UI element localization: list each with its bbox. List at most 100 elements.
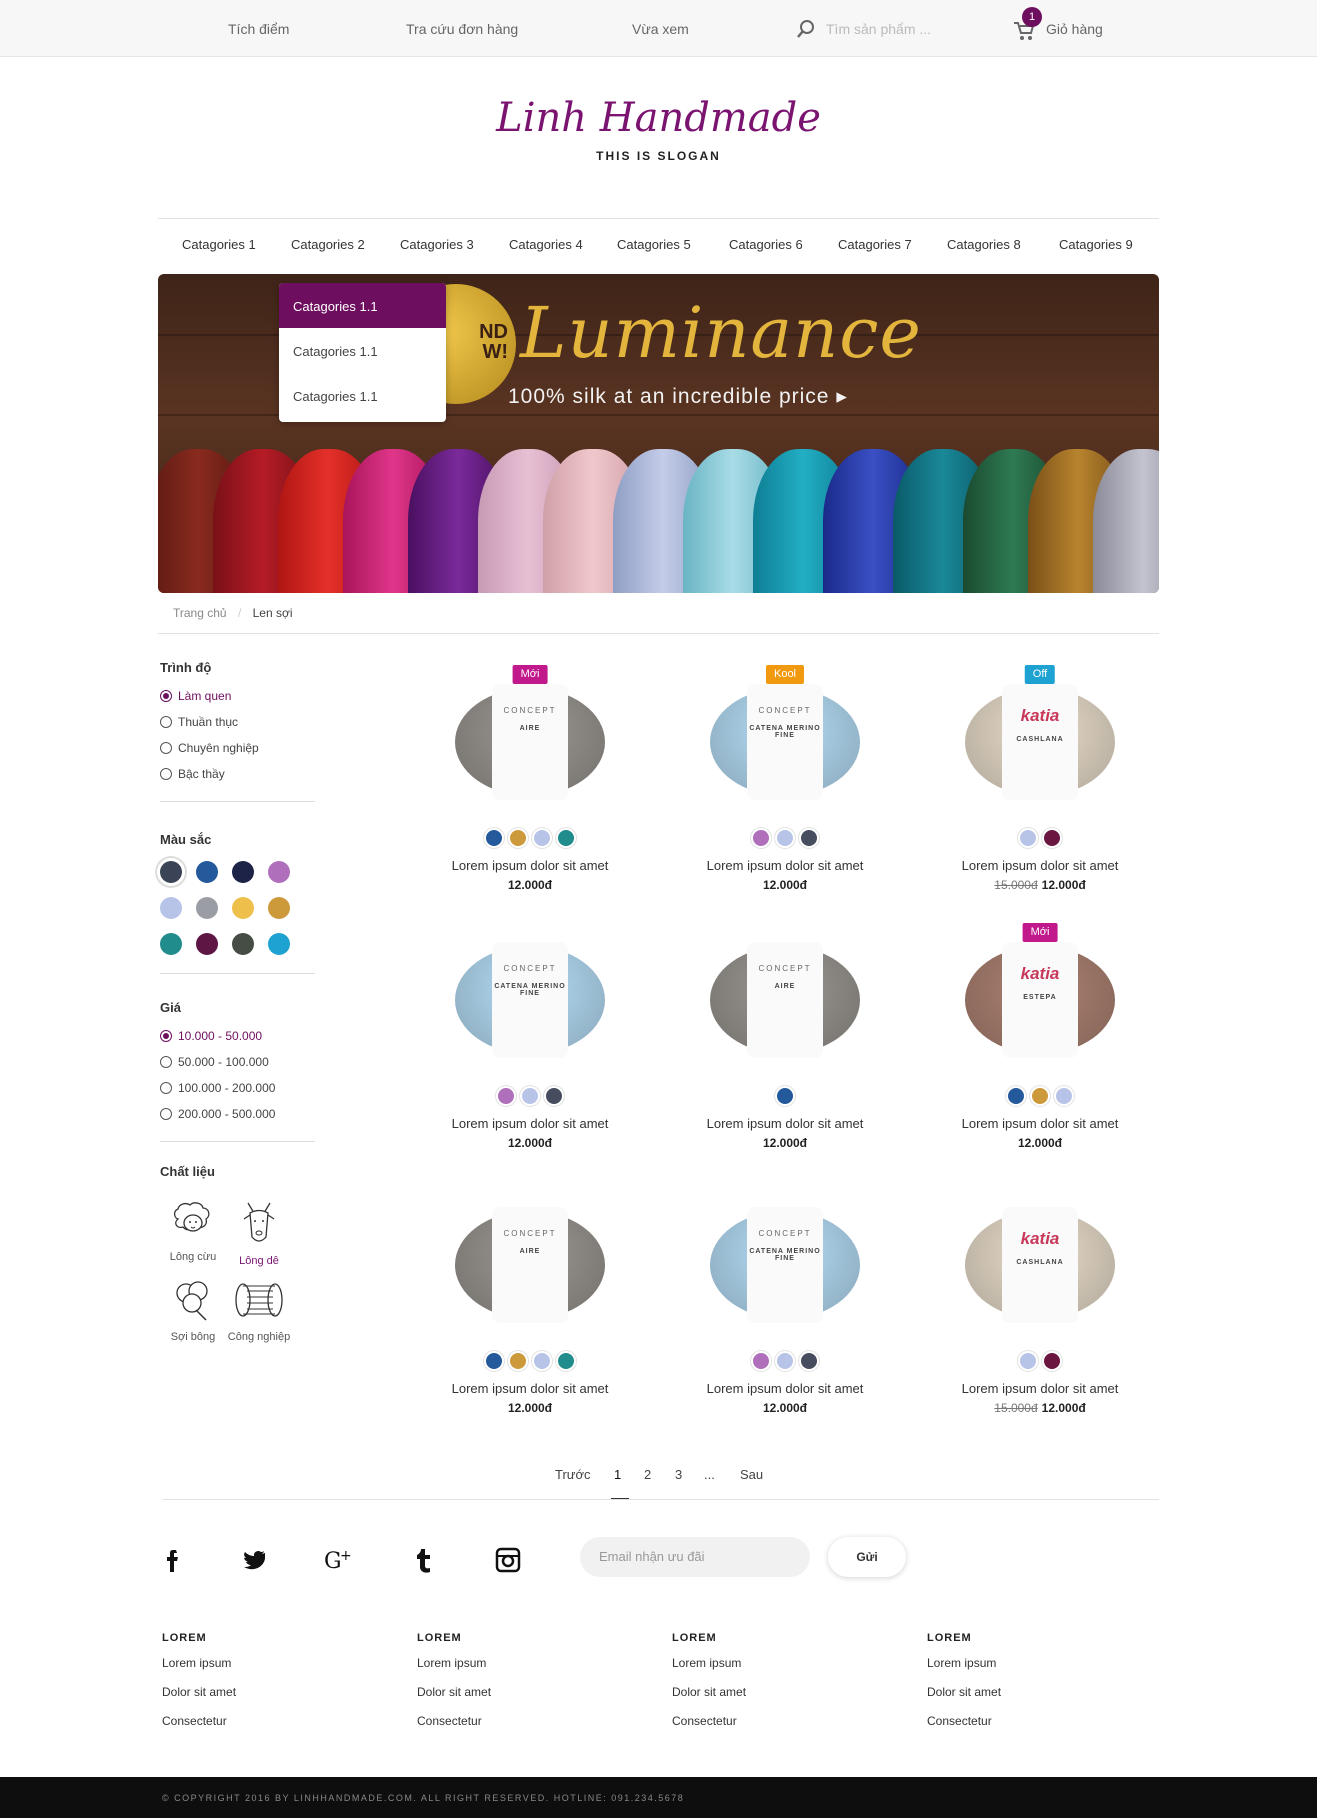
product-card[interactable]: CONCEPT CATENA MERINO FINE Kool Lorem ipsum… bbox=[675, 665, 895, 892]
color-swatch[interactable] bbox=[196, 897, 218, 919]
color-swatch[interactable] bbox=[232, 861, 254, 883]
level-option[interactable]: Chuyên nghiệp bbox=[160, 735, 315, 761]
footer-link[interactable]: Dolor sit amet bbox=[927, 1685, 1127, 1714]
color-variant-dot[interactable] bbox=[1056, 1088, 1072, 1104]
nav-category-8[interactable]: Catagories 8 bbox=[947, 237, 1021, 252]
page-link[interactable]: 2 bbox=[644, 1467, 651, 1482]
recently-viewed-link[interactable]: Vừa xem bbox=[632, 21, 689, 37]
color-swatch[interactable] bbox=[232, 933, 254, 955]
color-variant-dot[interactable] bbox=[498, 1088, 514, 1104]
color-swatch[interactable] bbox=[268, 933, 290, 955]
color-swatch[interactable] bbox=[160, 933, 182, 955]
instagram-icon[interactable] bbox=[494, 1546, 522, 1574]
color-variant-dot[interactable] bbox=[753, 1353, 769, 1369]
product-name[interactable]: Lorem ipsum dolor sit amet bbox=[675, 1381, 895, 1396]
nav-category-1[interactable]: Catagories 1 bbox=[182, 237, 256, 252]
level-option[interactable]: Thuần thục bbox=[160, 709, 315, 735]
product-image[interactable]: CONCEPT AIRE bbox=[420, 1191, 640, 1369]
product-image[interactable]: katia CASHLANA bbox=[930, 1191, 1150, 1369]
product-image[interactable]: CONCEPT CATENA MERINO FINE bbox=[420, 926, 640, 1104]
footer-link[interactable]: Consectetur bbox=[417, 1714, 617, 1743]
product-card[interactable]: katia CASHLANA Lorem ipsum dolor sit amet 1… bbox=[930, 1191, 1150, 1415]
footer-link[interactable]: Consectetur bbox=[672, 1714, 872, 1743]
product-image[interactable]: CONCEPT CATENA MERINO FINE bbox=[675, 1191, 895, 1369]
radio-button[interactable] bbox=[160, 742, 172, 754]
footer-link[interactable]: Lorem ipsum bbox=[162, 1656, 362, 1685]
color-variant-dot[interactable] bbox=[1020, 830, 1036, 846]
color-variant-dot[interactable] bbox=[558, 1353, 574, 1369]
google-plus-icon[interactable]: G+ bbox=[324, 1546, 354, 1574]
tumblr-icon[interactable] bbox=[410, 1546, 438, 1574]
product-card[interactable]: katia ESTEPA Mới Lorem ipsum dolor sit amet… bbox=[930, 923, 1150, 1150]
product-image[interactable]: CONCEPT AIRE Mới bbox=[420, 665, 640, 846]
footer-link[interactable]: Dolor sit amet bbox=[162, 1685, 362, 1714]
nav-category-3[interactable]: Catagories 3 bbox=[400, 237, 474, 252]
nav-category-6[interactable]: Catagories 6 bbox=[729, 237, 803, 252]
color-variant-dot[interactable] bbox=[534, 830, 550, 846]
product-name[interactable]: Lorem ipsum dolor sit amet bbox=[420, 1116, 640, 1131]
color-variant-dot[interactable] bbox=[510, 1353, 526, 1369]
page-link[interactable]: 1 bbox=[614, 1467, 621, 1482]
color-variant-dot[interactable] bbox=[801, 830, 817, 846]
radio-button[interactable] bbox=[160, 690, 172, 702]
color-variant-dot[interactable] bbox=[1044, 830, 1060, 846]
order-lookup-link[interactable]: Tra cứu đơn hàng bbox=[406, 21, 518, 37]
color-variant-dot[interactable] bbox=[558, 830, 574, 846]
product-card[interactable]: CONCEPT AIRE Mới Lorem ipsum dolor sit amet… bbox=[420, 665, 640, 892]
product-name[interactable]: Lorem ipsum dolor sit amet bbox=[420, 1381, 640, 1396]
dropdown-item[interactable]: Catagories 1.1 bbox=[279, 373, 446, 418]
radio-button[interactable] bbox=[160, 1082, 172, 1094]
color-variant-dot[interactable] bbox=[1044, 1353, 1060, 1369]
dropdown-item[interactable]: Catagories 1.1 bbox=[279, 283, 446, 328]
footer-link[interactable]: Dolor sit amet bbox=[417, 1685, 617, 1714]
radio-button[interactable] bbox=[160, 1056, 172, 1068]
cart-button[interactable]: 1 Giỏ hàng bbox=[1013, 7, 1113, 45]
nav-category-7[interactable]: Catagories 7 bbox=[838, 237, 912, 252]
nav-category-4[interactable]: Catagories 4 bbox=[509, 237, 583, 252]
radio-button[interactable] bbox=[160, 1030, 172, 1042]
radio-button[interactable] bbox=[160, 716, 172, 728]
color-variant-dot[interactable] bbox=[546, 1088, 562, 1104]
color-variant-dot[interactable] bbox=[1008, 1088, 1024, 1104]
radio-button[interactable] bbox=[160, 768, 172, 780]
footer-link[interactable]: Lorem ipsum bbox=[672, 1656, 872, 1685]
product-name[interactable]: Lorem ipsum dolor sit amet bbox=[675, 1116, 895, 1131]
price-option[interactable]: 200.000 - 500.000 bbox=[160, 1101, 315, 1127]
footer-link[interactable]: Consectetur bbox=[162, 1714, 362, 1743]
color-variant-dot[interactable] bbox=[777, 1353, 793, 1369]
product-name[interactable]: Lorem ipsum dolor sit amet bbox=[930, 858, 1150, 873]
dropdown-item[interactable]: Catagories 1.1 bbox=[279, 328, 446, 373]
color-swatch[interactable] bbox=[160, 897, 182, 919]
product-name[interactable]: Lorem ipsum dolor sit amet bbox=[930, 1116, 1150, 1131]
color-variant-dot[interactable] bbox=[1020, 1353, 1036, 1369]
color-variant-dot[interactable] bbox=[753, 830, 769, 846]
color-swatch[interactable] bbox=[232, 897, 254, 919]
color-swatch[interactable] bbox=[196, 861, 218, 883]
product-name[interactable]: Lorem ipsum dolor sit amet bbox=[420, 858, 640, 873]
price-option[interactable]: 100.000 - 200.000 bbox=[160, 1075, 315, 1101]
product-card[interactable]: katia CASHLANA Off Lorem ipsum dolor sit am… bbox=[930, 665, 1150, 892]
color-swatch[interactable] bbox=[268, 861, 290, 883]
facebook-icon[interactable] bbox=[160, 1546, 188, 1574]
points-link[interactable]: Tích điểm bbox=[228, 21, 289, 37]
color-variant-dot[interactable] bbox=[534, 1353, 550, 1369]
product-card[interactable]: CONCEPT AIRE Lorem ipsum dolor sit amet 12.… bbox=[420, 1191, 640, 1415]
site-logo[interactable]: Linh Handmade THIS IS SLOGAN bbox=[0, 95, 1317, 163]
banner-subtitle[interactable]: 100% silk at an incredible price ▸ bbox=[508, 384, 848, 409]
color-swatch[interactable] bbox=[160, 861, 182, 883]
level-option[interactable]: Bậc thầy bbox=[160, 761, 315, 787]
search-icon[interactable] bbox=[796, 19, 816, 39]
breadcrumb-home[interactable]: Trang chủ bbox=[173, 606, 227, 620]
material-option-cotton[interactable]: Sợi bông bbox=[170, 1277, 216, 1343]
newsletter-submit-button[interactable]: Gửi bbox=[828, 1537, 906, 1577]
page-link[interactable]: 3 bbox=[675, 1467, 682, 1482]
color-swatch[interactable] bbox=[268, 897, 290, 919]
product-image[interactable]: katia ESTEPA Mới bbox=[930, 923, 1150, 1104]
color-variant-dot[interactable] bbox=[1032, 1088, 1048, 1104]
product-image[interactable]: CONCEPT AIRE bbox=[675, 926, 895, 1104]
newsletter-email-input[interactable]: Email nhận ưu đãi bbox=[580, 1537, 810, 1577]
price-option[interactable]: 50.000 - 100.000 bbox=[160, 1049, 315, 1075]
level-option[interactable]: Làm quen bbox=[160, 683, 315, 709]
color-variant-dot[interactable] bbox=[510, 830, 526, 846]
footer-link[interactable]: Dolor sit amet bbox=[672, 1685, 872, 1714]
